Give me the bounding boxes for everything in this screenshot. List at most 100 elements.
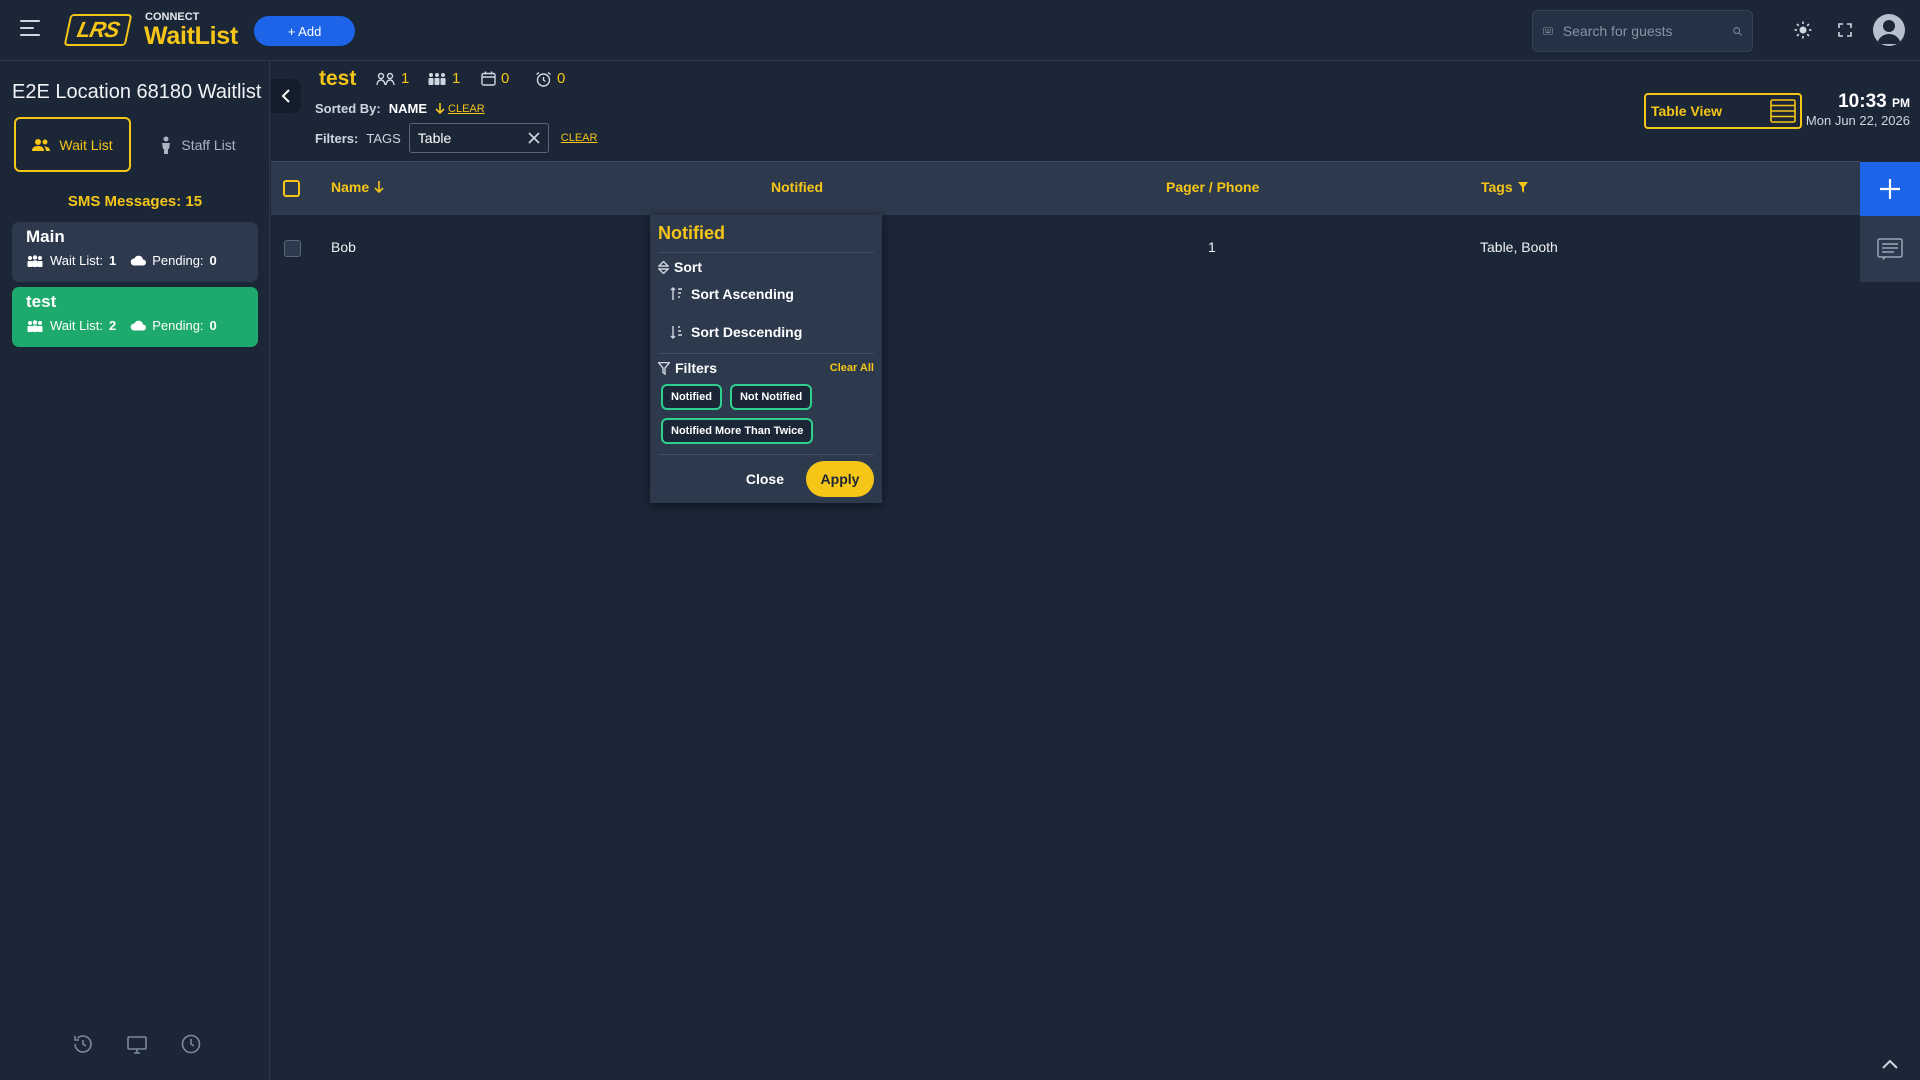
brightness-icon[interactable] (1793, 20, 1813, 40)
monitor-icon[interactable] (126, 1033, 148, 1055)
chip-notified-more-than-twice[interactable]: Notified More Than Twice (661, 418, 814, 444)
column-header-tags[interactable]: Tags (1481, 179, 1528, 195)
option-label: Sort Descending (691, 324, 803, 340)
popup-actions: Close Apply (658, 454, 874, 497)
pending-count: 0 (209, 318, 217, 333)
waitlist-label: Wait List: (50, 318, 103, 333)
stat-parties: 1 (376, 70, 409, 87)
notes-button[interactable] (1860, 216, 1920, 282)
column-menu-notified: Notified Sort Sort Ascending Sort Descen… (650, 215, 882, 503)
waitlist-count: 1 (108, 253, 117, 268)
stat-value: 0 (557, 70, 566, 87)
pending-label: Pending: (152, 253, 204, 268)
tags-filter-value: Table (417, 130, 452, 146)
sort-descending-icon (670, 326, 682, 339)
clear-all-button[interactable]: Clear All (830, 362, 874, 374)
table-row[interactable] (271, 215, 1860, 280)
filter-chips: Notified Not Notified Notified More Than… (658, 384, 874, 444)
add-button[interactable]: + Add (254, 16, 355, 46)
stat-reservations: 0 (481, 70, 509, 87)
clock-date: Mon Jun 22, 2026 (1805, 113, 1910, 128)
group-icon (27, 254, 43, 267)
filters-label: Filters: (315, 130, 359, 146)
clock-icon[interactable] (180, 1033, 202, 1055)
close-icon[interactable] (528, 132, 540, 144)
table-view-button[interactable]: Table View (1644, 93, 1802, 129)
waitlist-count: 2 (108, 318, 117, 333)
divider (658, 353, 874, 354)
cell-name: Bob (331, 239, 356, 255)
stat-value: 1 (452, 70, 461, 87)
column-header-name[interactable]: Name (331, 179, 384, 195)
search-input[interactable] (1562, 23, 1723, 39)
arrow-down-icon (435, 102, 445, 114)
clear-sort-link[interactable]: CLEAR (448, 103, 485, 115)
tags-filter-field[interactable]: Table (408, 123, 549, 153)
cell-pager: 1 (1208, 239, 1216, 255)
apply-button[interactable]: Apply (806, 461, 874, 497)
plus-icon (1880, 179, 1900, 199)
column-header-notified[interactable]: Notified (771, 179, 823, 195)
chevron-left-icon (281, 89, 290, 103)
filter-field-name: TAGS (366, 130, 401, 146)
notes-icon (1877, 238, 1903, 260)
group-icon (27, 319, 43, 332)
select-all-checkbox[interactable] (283, 180, 300, 197)
column-label: Notified (771, 179, 824, 195)
tab-wait-list[interactable]: Wait List (14, 117, 131, 172)
top-bar: LRS CONNECT WaitList + Add (0, 0, 1920, 61)
sort-label: Sort (674, 259, 702, 275)
fullscreen-icon[interactable] (1835, 20, 1855, 40)
chip-notified[interactable]: Notified (661, 384, 722, 410)
menu-icon[interactable] (20, 20, 40, 38)
calendar-icon (481, 71, 496, 86)
guests-icon (428, 72, 446, 85)
sort-ascending-option[interactable]: Sort Ascending (658, 275, 874, 313)
waitlist-name: test (26, 292, 57, 311)
chip-not-notified[interactable]: Not Notified (729, 384, 813, 410)
sidebar-footer (72, 1033, 202, 1055)
waitlist-name: Main (26, 227, 65, 246)
sms-counter: SMS Messages: 15 (67, 193, 203, 210)
sort-section-header: Sort (658, 259, 874, 275)
lrs-logo: LRS (63, 14, 133, 46)
add-party-button[interactable] (1860, 162, 1920, 216)
sort-descending-option[interactable]: Sort Descending (658, 313, 874, 351)
people-icon (32, 138, 51, 151)
filter-outline-icon (658, 361, 670, 375)
column-label: Name (331, 179, 370, 195)
logo-text: LRS (74, 17, 122, 42)
sort-icon (658, 260, 669, 274)
sort-indicator: Sorted By: NAME CLEAR (315, 101, 485, 116)
search-icon[interactable] (1733, 24, 1742, 39)
filters-row: Filters: TAGS Table CLEAR (315, 123, 597, 153)
table-view-icon (1770, 99, 1796, 123)
guest-search[interactable] (1532, 10, 1753, 52)
waitlist-card-main[interactable]: Main Wait List: 1 Pending: 0 (12, 222, 258, 282)
column-header-pager[interactable]: Pager / Phone (1166, 179, 1259, 195)
column-label: Pager / Phone (1166, 179, 1260, 195)
brand-title: WaitList (144, 22, 238, 50)
history-icon[interactable] (72, 1033, 94, 1055)
user-avatar[interactable] (1873, 14, 1905, 46)
waitlist-card-test[interactable]: test Wait List: 2 Pending: 0 (12, 287, 258, 347)
tab-label: Wait List (59, 136, 113, 153)
scroll-top-button[interactable] (1878, 1052, 1902, 1076)
row-checkbox[interactable] (284, 240, 301, 257)
cloud-icon (130, 255, 147, 266)
clock-time: 10:33 PM (1810, 91, 1910, 113)
cloud-icon (130, 320, 147, 331)
stat-value: 0 (501, 70, 510, 87)
close-button[interactable]: Close (746, 471, 784, 487)
tab-staff-list[interactable]: Staff List (140, 117, 256, 172)
cell-tags: Table, Booth (1480, 239, 1558, 255)
filters-heading: Filters (658, 360, 717, 376)
popup-title: Notified (658, 223, 874, 253)
pending-count: 0 (209, 253, 217, 268)
stat-guests: 1 (427, 70, 460, 87)
clear-filters-link[interactable]: CLEAR (561, 132, 598, 144)
sort-down-icon (374, 180, 384, 193)
collapse-sidebar-button[interactable] (271, 79, 301, 113)
parties-icon (376, 72, 395, 85)
staff-icon (162, 136, 171, 154)
